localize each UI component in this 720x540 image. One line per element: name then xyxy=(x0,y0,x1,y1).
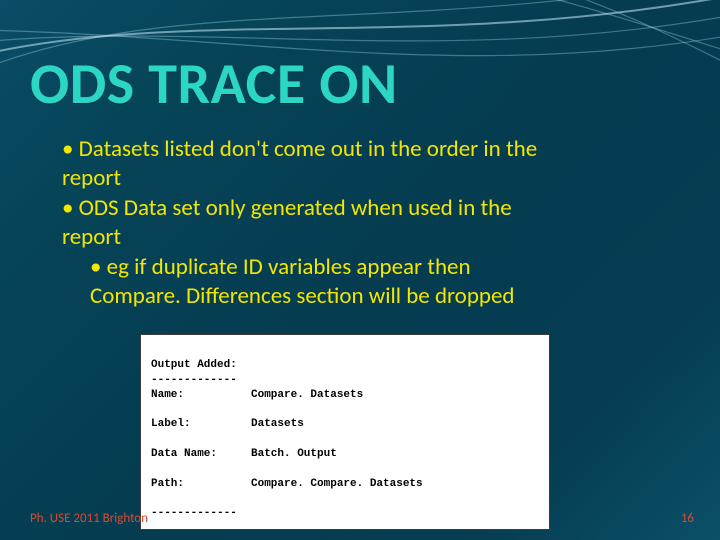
code-key: Path: xyxy=(151,477,251,492)
code-key: Label: xyxy=(151,417,251,432)
code-output-box: Output Added: ------------- Name:Compare… xyxy=(140,334,550,530)
code-row-name: Name:Compare. Datasets xyxy=(151,388,539,403)
bullet-2-line-2: report xyxy=(62,223,670,252)
code-key: Name: xyxy=(151,388,251,403)
bullet-3-line-1: • eg if duplicate ID variables appear th… xyxy=(90,253,670,282)
code-value: Compare. Compare. Datasets xyxy=(251,477,423,492)
bullet-3-line-2: Compare. Differences section will be dro… xyxy=(90,282,670,311)
bullet-1-line-2: report xyxy=(62,164,670,193)
bullet-list: • Datasets listed don't come out in the … xyxy=(62,135,670,312)
code-value: Compare. Datasets xyxy=(251,388,363,403)
code-key: Data Name: xyxy=(151,447,251,462)
code-row-label: Label:Datasets xyxy=(151,417,539,432)
bullet-1-line-1: • Datasets listed don't come out in the … xyxy=(62,135,670,164)
slide-number: 16 xyxy=(681,511,694,526)
code-row-dataname: Data Name:Batch. Output xyxy=(151,447,539,462)
footer-text: Ph. USE 2011 Brighton xyxy=(30,511,148,526)
code-value: Datasets xyxy=(251,417,304,432)
bullet-2-line-1: • ODS Data set only generated when used … xyxy=(62,194,670,223)
code-separator-top: ------------- xyxy=(151,374,237,386)
code-row-path: Path:Compare. Compare. Datasets xyxy=(151,477,539,492)
slide-title: ODS TRACE ON xyxy=(30,48,398,119)
code-value: Batch. Output xyxy=(251,447,337,462)
code-line-header: Output Added: xyxy=(151,359,237,371)
code-separator-bottom: ------------- xyxy=(151,507,237,519)
